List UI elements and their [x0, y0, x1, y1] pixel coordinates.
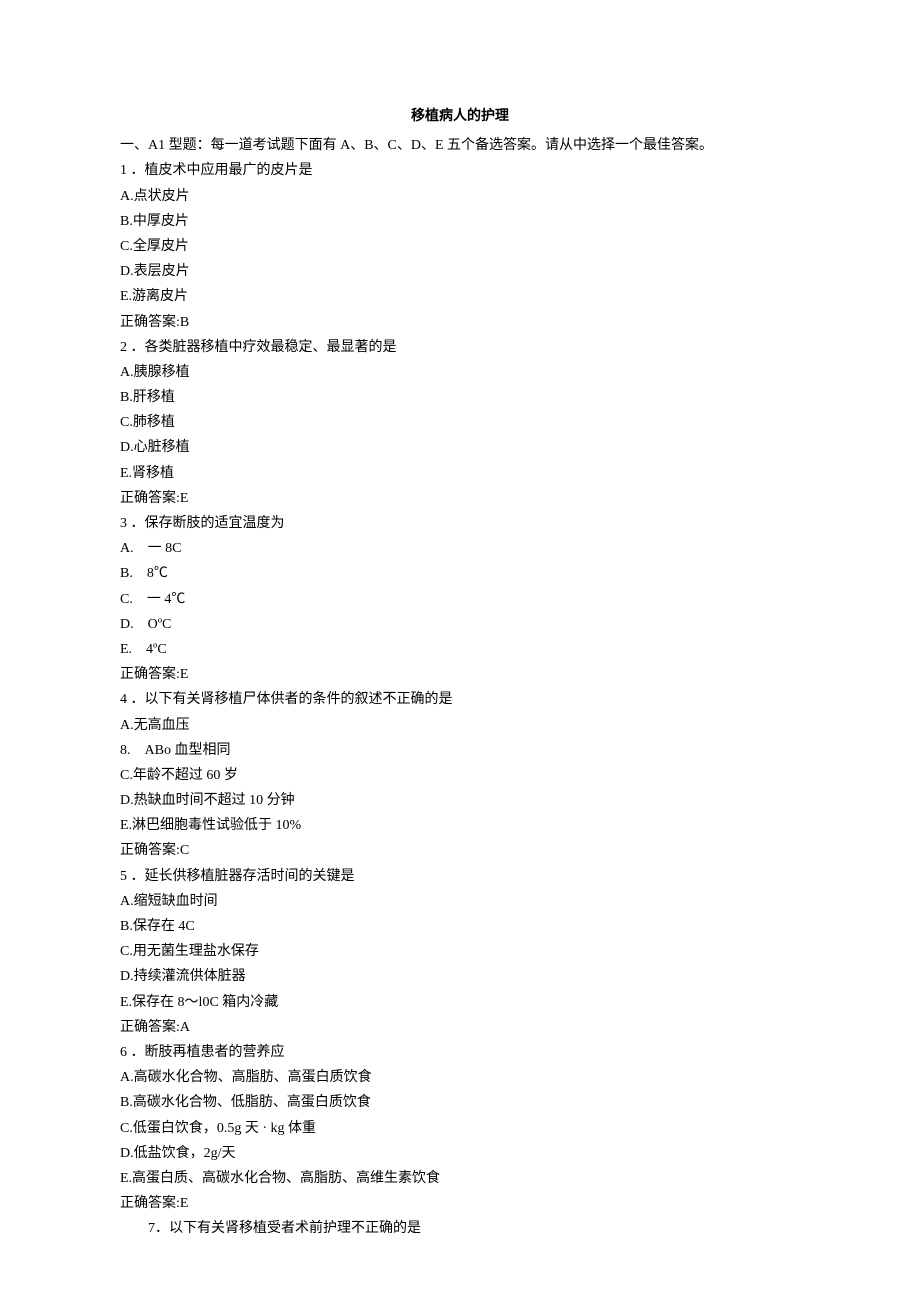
question-option: E.肾移植 — [120, 461, 800, 486]
question-option: C.全厚皮片 — [120, 234, 800, 259]
correct-answer: 正确答案:E — [120, 1191, 800, 1216]
question-option: B.高碳水化合物、低脂肪、高蛋白质饮食 — [120, 1090, 800, 1115]
question-option: C.用无菌生理盐水保存 — [120, 939, 800, 964]
question-option: C.低蛋白饮食，0.5g 天 · kg 体重 — [120, 1116, 800, 1141]
question-option: C.年龄不超过 60 岁 — [120, 763, 800, 788]
question-stem: 4 ．以下有关肾移植尸体供者的条件的叙述不正确的是 — [120, 687, 800, 712]
question-option: D.热缺血时间不超过 10 分钟 — [120, 788, 800, 813]
question-stem: 3 ．保存断肢的适宜温度为 — [120, 511, 800, 536]
question-option: B.中厚皮片 — [120, 209, 800, 234]
question-option: A.点状皮片 — [120, 184, 800, 209]
question-option: D.心脏移植 — [120, 435, 800, 460]
question-option: A.缩短缺血时间 — [120, 889, 800, 914]
question-option: A. 一 8C — [120, 536, 800, 561]
question-stem: 5 ．延长供移植脏器存活时间的关键是 — [120, 864, 800, 889]
question-option: B.保存在 4C — [120, 914, 800, 939]
correct-answer: 正确答案:A — [120, 1015, 800, 1040]
question-option: D. OºC — [120, 612, 800, 637]
question-text: ．以下有关肾移植受者术前护理不正确的是 — [155, 1221, 421, 1236]
question-option: E. 4ºC — [120, 637, 800, 662]
question-option: D.低盐饮食，2g/天 — [120, 1141, 800, 1166]
question-option: A.胰腺移植 — [120, 360, 800, 385]
question-stem: 2 ．各类脏器移植中疗效最稳定、最显著的是 — [120, 335, 800, 360]
question-option: E.高蛋白质、高碳水化合物、高脂肪、高维生素饮食 — [120, 1166, 800, 1191]
question-option: D.表层皮片 — [120, 259, 800, 284]
question-option: D.持续灌流供体脏器 — [120, 964, 800, 989]
question-stem: 6 ．断肢再植患者的营养应 — [120, 1040, 800, 1065]
question-option: B.肝移植 — [120, 385, 800, 410]
questions-container: 1 ．植皮术中应用最广的皮片是A.点状皮片B.中厚皮片C.全厚皮片D.表层皮片E… — [120, 158, 800, 1216]
document-title: 移植病人的护理 — [120, 104, 800, 129]
correct-answer: 正确答案:E — [120, 486, 800, 511]
question-stem: 7．以下有关肾移植受者术前护理不正确的是 — [120, 1216, 800, 1241]
question-option: E.保存在 8～l0C 箱内冷藏 — [120, 990, 800, 1015]
question-stem: 1 ．植皮术中应用最广的皮片是 — [120, 158, 800, 183]
correct-answer: 正确答案:B — [120, 310, 800, 335]
question-option: C.肺移植 — [120, 410, 800, 435]
question-option: 8. ABo 血型相同 — [120, 738, 800, 763]
question-option: E.游离皮片 — [120, 284, 800, 309]
question-option: A.高碳水化合物、高脂肪、高蛋白质饮食 — [120, 1065, 800, 1090]
question-option: A.无高血压 — [120, 713, 800, 738]
question-option: E.淋巴细胞毒性试验低于 10% — [120, 813, 800, 838]
correct-answer: 正确答案:C — [120, 838, 800, 863]
document-page: 移植病人的护理 一、A1 型题：每一道考试题下面有 A、B、C、D、E 五个备选… — [0, 0, 920, 1301]
question-number: 7 — [148, 1221, 155, 1236]
question-option: C. 一 4℃ — [120, 587, 800, 612]
question-option: B. 8℃ — [120, 561, 800, 586]
correct-answer: 正确答案:E — [120, 662, 800, 687]
instruction-text: 一、A1 型题：每一道考试题下面有 A、B、C、D、E 五个备选答案。请从中选择… — [120, 133, 800, 158]
